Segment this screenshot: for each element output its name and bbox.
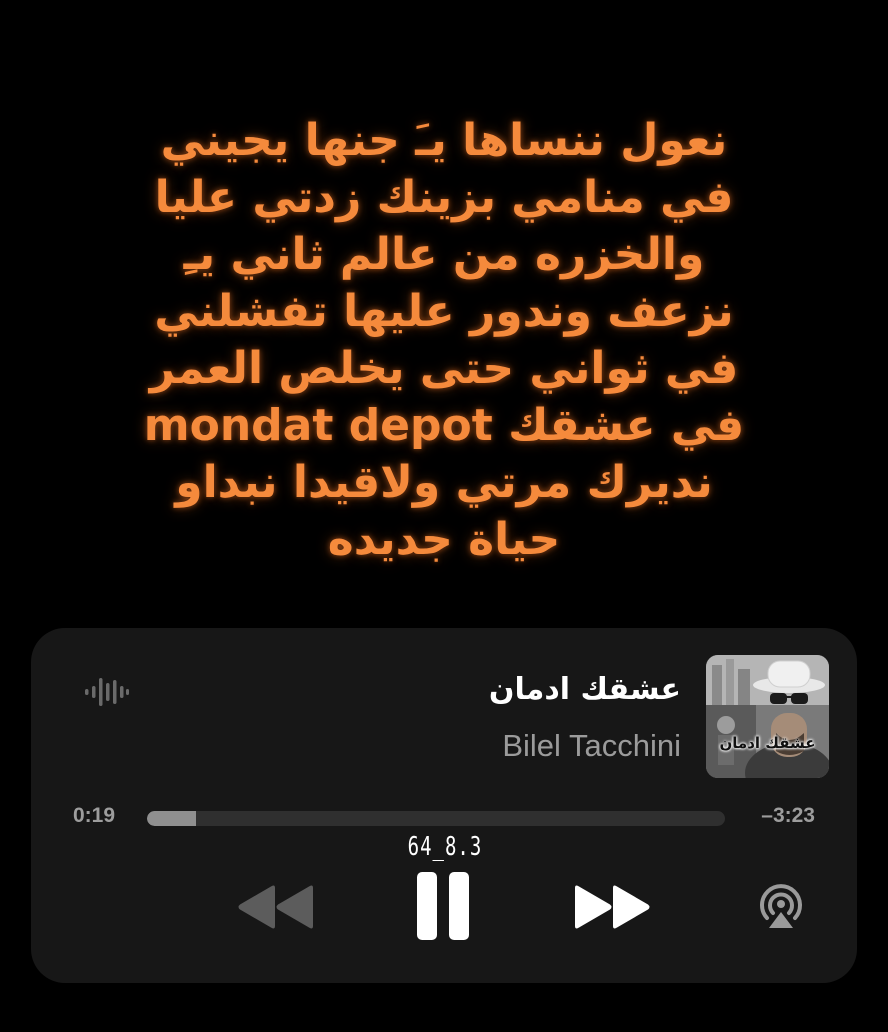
rewind-button[interactable] [235, 882, 315, 932]
fast-forward-icon [575, 885, 650, 929]
now-playing-card: عشقك ادمان Bilel Tacchini عشقك ادمان 0:1… [31, 628, 857, 983]
pause-icon [417, 872, 469, 940]
fast-forward-button[interactable] [573, 882, 653, 932]
lyric-line: حياة جديده [327, 514, 561, 565]
pause-button[interactable] [413, 870, 473, 942]
album-art-caption: عشقك ادمان [719, 734, 816, 752]
lyrics-block: نعول ننساها يـَ جنها يجيني في منامي بزين… [0, 112, 888, 568]
lyric-line: نعول ننساها يـَ جنها يجيني [160, 115, 728, 166]
lyric-line: في منامي بزينك زدتي عليا [154, 172, 734, 223]
airplay-icon [760, 884, 802, 928]
overlay-tag: 64_8.3 [407, 832, 483, 862]
rewind-icon [238, 885, 313, 929]
lyric-line: في ثواني حتى يخلص العمر [149, 343, 739, 394]
waveform-icon[interactable] [83, 672, 129, 712]
time-elapsed: 0:19 [73, 804, 116, 827]
track-artist[interactable]: Bilel Tacchini [161, 726, 681, 766]
album-art[interactable]: عشقك ادمان [706, 655, 829, 778]
progress-bar[interactable] [147, 811, 725, 826]
album-art-photo [706, 655, 829, 778]
progress-fill [147, 811, 197, 826]
lyric-line: نديرك مرتي ولاقيدا نبداو [175, 457, 713, 508]
lyric-line: في عشقك mondat depot [143, 400, 745, 451]
lyric-line: نزعف وندور عليها تفشلني [154, 286, 734, 337]
lyric-line: والخزره من عالم ثاني يـِ [183, 229, 705, 280]
airplay-button[interactable] [755, 880, 807, 932]
track-title[interactable]: عشقك ادمان [161, 670, 681, 710]
time-remaining: –3:23 [761, 804, 815, 827]
